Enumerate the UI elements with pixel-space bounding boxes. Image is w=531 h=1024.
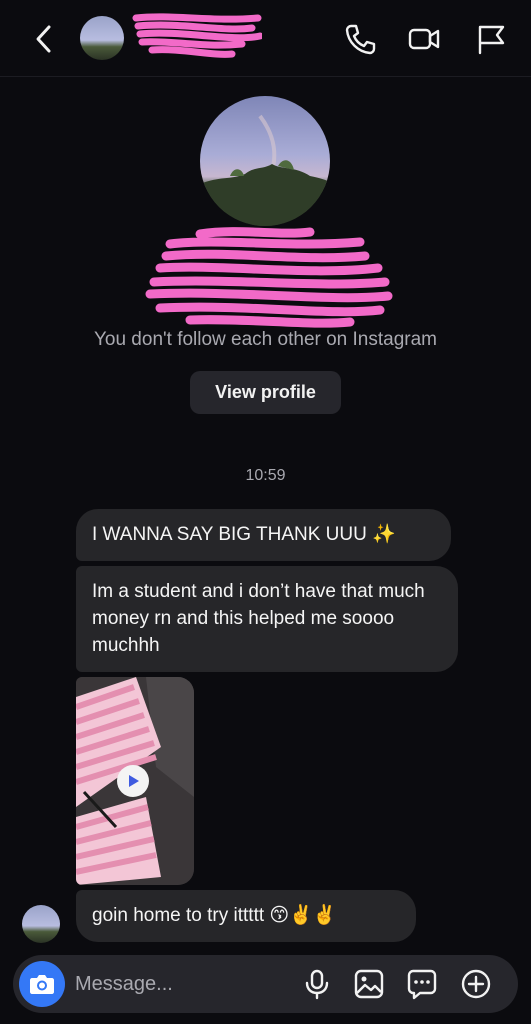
- message-composer: [13, 955, 518, 1013]
- landscape-photo: [200, 114, 330, 226]
- camera-icon: [30, 975, 54, 994]
- plus-icon[interactable]: [460, 968, 492, 1000]
- camera-button[interactable]: [19, 961, 65, 1007]
- contact-avatar[interactable]: [80, 16, 124, 60]
- redaction-scribble: [132, 13, 262, 58]
- back-icon[interactable]: [30, 22, 58, 56]
- microphone-icon[interactable]: [301, 968, 333, 1000]
- gallery-icon[interactable]: [353, 968, 385, 1000]
- chat-header: user: [0, 0, 531, 77]
- profile-avatar[interactable]: [200, 96, 330, 226]
- play-button[interactable]: [117, 765, 149, 797]
- message-bubble[interactable]: Im a student and i don’t have that much …: [76, 566, 458, 672]
- video-camera-icon[interactable]: [407, 22, 441, 56]
- redaction-scribble: [145, 227, 393, 328]
- message-bubble[interactable]: goin home to try ittttt 😙✌️✌️: [76, 890, 416, 942]
- follow-status-note: You don't follow each other on Instagram: [93, 329, 438, 350]
- sender-avatar[interactable]: [22, 905, 60, 943]
- phone-icon[interactable]: [343, 22, 377, 56]
- video-message[interactable]: [76, 677, 194, 885]
- message-input[interactable]: [75, 969, 275, 999]
- flag-icon[interactable]: [474, 22, 508, 56]
- sticker-icon[interactable]: [406, 968, 438, 1000]
- message-bubble[interactable]: I WANNA SAY BIG THANK UUU ✨: [76, 509, 451, 561]
- play-icon: [129, 775, 139, 787]
- message-timestamp: 10:59: [245, 467, 286, 484]
- view-profile-button[interactable]: View profile: [190, 371, 341, 414]
